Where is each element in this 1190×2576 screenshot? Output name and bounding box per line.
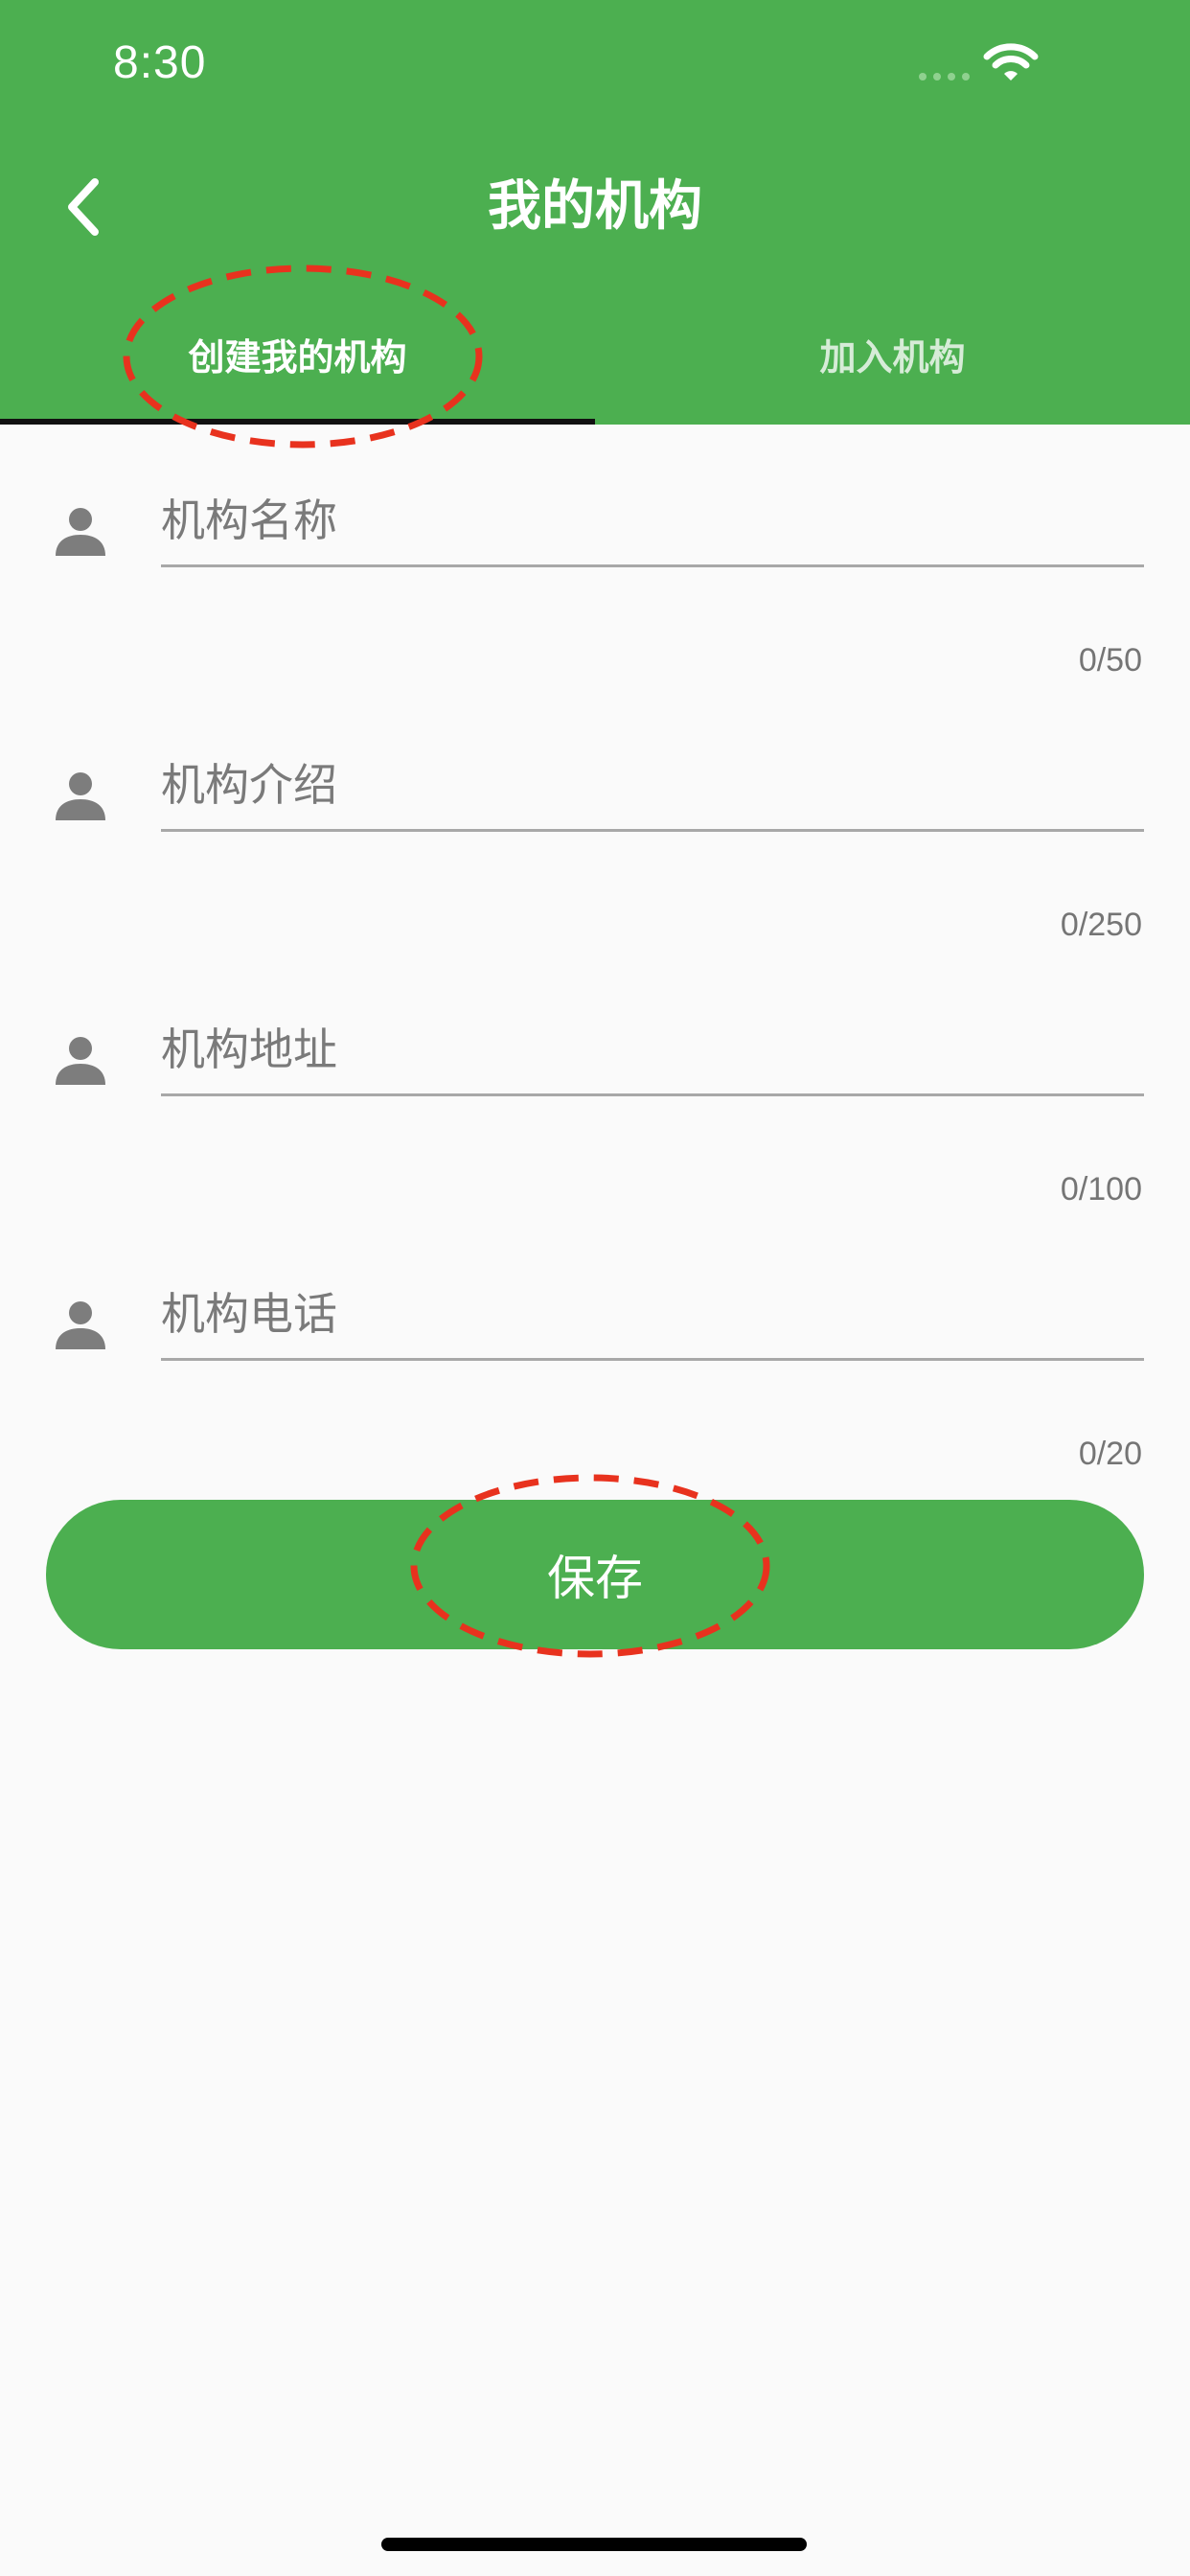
person-icon <box>56 508 105 556</box>
form-row-name: 0/50 <box>0 450 1190 680</box>
save-button[interactable]: 保存 <box>46 1500 1144 1649</box>
tab-label: 加入机构 <box>819 336 966 379</box>
form-row-address: 0/100 <box>0 979 1190 1209</box>
person-icon <box>56 1301 105 1349</box>
app-bar: 8:30 我的机构 创建我的机构 加入机构 <box>0 0 1190 425</box>
form-row-introduction: 0/250 <box>0 715 1190 945</box>
wifi-icon <box>983 43 1039 80</box>
page-title: 我的机构 <box>488 175 702 238</box>
character-counter: 0/100 <box>1060 1171 1142 1208</box>
person-icon <box>56 1037 105 1085</box>
character-counter: 0/20 <box>1078 1436 1142 1472</box>
organization-phone-input[interactable] <box>161 1269 1144 1361</box>
organization-introduction-input[interactable] <box>161 740 1144 832</box>
save-button-label: 保存 <box>547 1552 643 1605</box>
tab-bar: 创建我的机构 加入机构 <box>0 297 1190 425</box>
home-indicator[interactable] <box>381 2538 807 2551</box>
organization-address-input[interactable] <box>161 1004 1144 1096</box>
status-time: 8:30 <box>113 37 207 88</box>
organization-name-input[interactable] <box>161 475 1144 567</box>
tab-label: 创建我的机构 <box>188 336 407 379</box>
cellular-signal-icon <box>919 73 970 80</box>
tab-create-organization[interactable]: 创建我的机构 <box>0 297 595 425</box>
character-counter: 0/250 <box>1060 907 1142 943</box>
person-icon <box>56 772 105 820</box>
character-counter: 0/50 <box>1078 642 1142 678</box>
tab-indicator <box>0 419 595 425</box>
form-row-phone: 0/20 <box>0 1244 1190 1474</box>
tab-join-organization[interactable]: 加入机构 <box>595 297 1190 425</box>
